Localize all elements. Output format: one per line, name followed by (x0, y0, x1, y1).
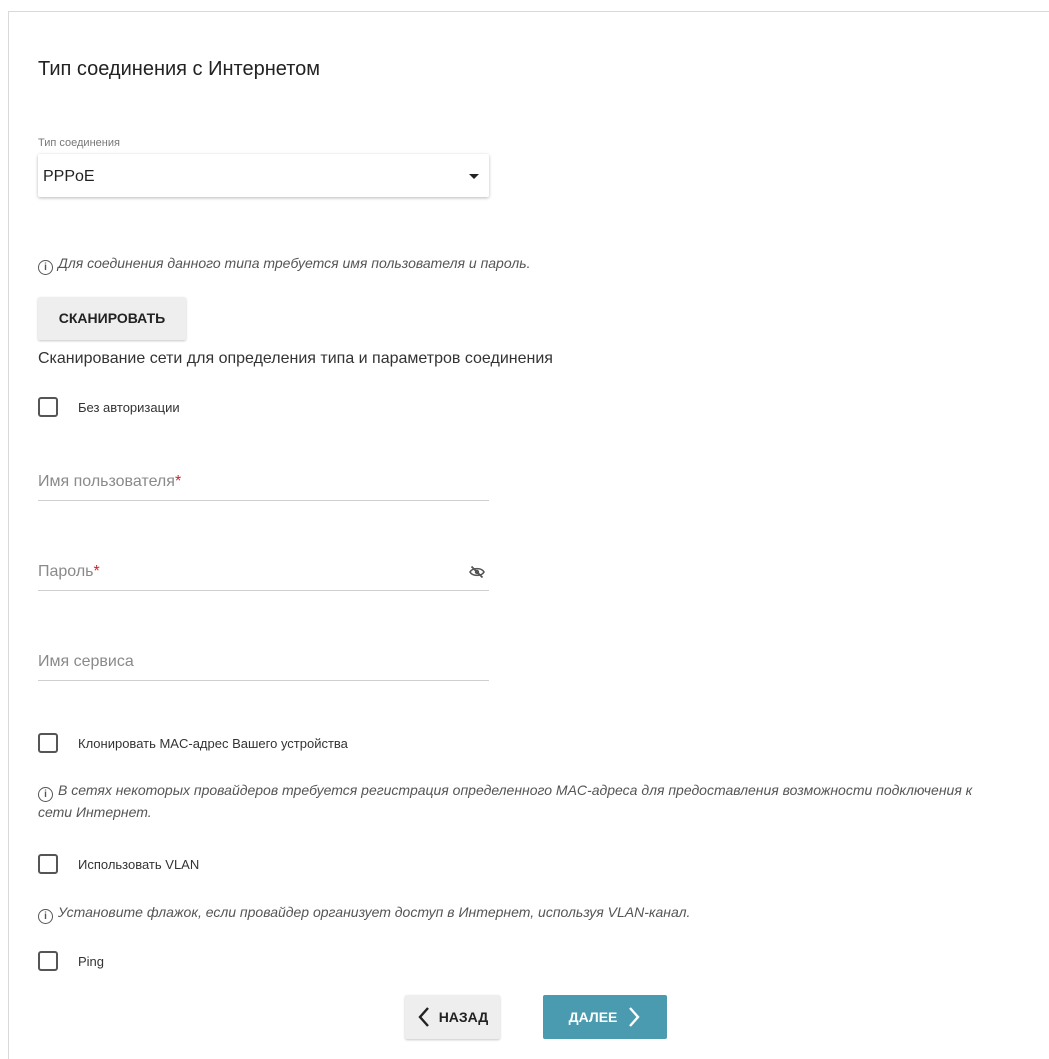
password-field[interactable]: Пароль* (38, 552, 489, 591)
back-button-label: НАЗАД (438, 1009, 489, 1025)
credentials-info: i Для соединения данного типа требуется и… (38, 253, 530, 275)
next-button-label: ДАЛЕЕ (568, 1009, 618, 1025)
service-name-field[interactable]: Имя сервиса (38, 642, 489, 681)
connection-type-value: PPPoE (43, 168, 95, 185)
chevron-right-icon (629, 1007, 640, 1027)
service-name-label: Имя сервиса (38, 653, 134, 670)
password-label: Пароль* (38, 563, 100, 581)
required-mark: * (174, 473, 182, 490)
connection-type-select[interactable]: PPPoE (38, 154, 489, 197)
eye-off-icon[interactable] (469, 565, 485, 579)
ping-checkbox-row[interactable]: Ping (38, 950, 104, 972)
required-mark: * (93, 563, 100, 580)
vlan-info: i Установите флажок, если провайдер орган… (38, 902, 690, 924)
ping-checkbox[interactable] (38, 951, 58, 971)
credentials-info-text: Для соединения данного типа требуется им… (58, 255, 531, 271)
back-button[interactable]: НАЗАД (405, 995, 500, 1039)
scan-button[interactable]: СКАНИРОВАТЬ (38, 297, 186, 340)
page-title: Тип соединения с Интернетом (38, 58, 321, 80)
clone-mac-info-text: В сетях некоторых провайдеров требуется … (38, 782, 973, 820)
ping-label: Ping (78, 953, 105, 969)
no-auth-checkbox-row[interactable]: Без авторизации (38, 396, 180, 418)
vlan-info-text: Установите флажок, если провайдер органи… (58, 904, 691, 920)
scan-description: Сканирование сети для определения типа и… (38, 350, 553, 367)
username-field[interactable]: Имя пользователя* (38, 462, 489, 501)
password-label-text: Пароль (38, 563, 94, 580)
username-label: Имя пользователя* (38, 473, 181, 491)
vlan-label: Использовать VLAN (78, 856, 200, 872)
next-button[interactable]: ДАЛЕЕ (543, 995, 667, 1039)
clone-mac-checkbox[interactable] (38, 733, 58, 753)
chevron-left-icon (418, 1007, 429, 1027)
username-label-text: Имя пользователя (38, 473, 175, 490)
no-auth-checkbox[interactable] (38, 397, 58, 417)
clone-mac-label: Клонировать MAC-адрес Вашего устройства (78, 735, 348, 751)
no-auth-label: Без авторизации (78, 399, 180, 415)
clone-mac-checkbox-row[interactable]: Клонировать MAC-адрес Вашего устройства (38, 732, 348, 754)
vlan-checkbox[interactable] (38, 854, 58, 874)
info-icon: i (38, 260, 53, 275)
clone-mac-info: iВ сетях некоторых провайдеров требуется… (38, 780, 978, 822)
vlan-checkbox-row[interactable]: Использовать VLAN (38, 853, 199, 875)
info-icon: i (38, 787, 53, 802)
connection-type-label: Тип соединения (38, 137, 120, 149)
caret-down-icon (469, 174, 479, 179)
info-icon: i (38, 909, 53, 924)
